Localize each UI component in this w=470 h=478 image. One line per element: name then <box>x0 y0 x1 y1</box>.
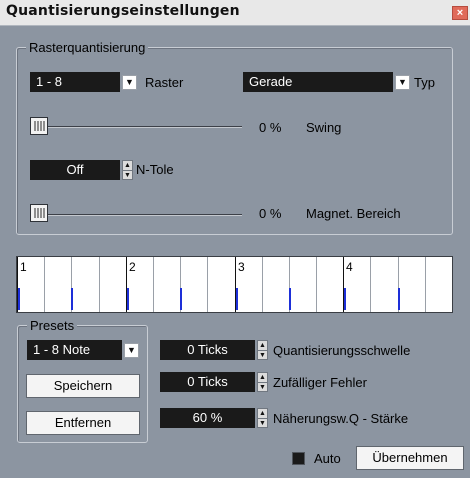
grid-line <box>425 257 426 312</box>
ntole-field[interactable]: Off <box>30 160 120 180</box>
grid-line <box>153 257 154 312</box>
quantize-marker <box>180 288 182 310</box>
grid-line <box>370 257 371 312</box>
random-error-field[interactable]: 0 Ticks <box>160 372 255 392</box>
typ-select[interactable]: Gerade <box>243 72 393 92</box>
quantize-marker <box>127 288 129 310</box>
quantize-marker <box>398 288 400 310</box>
remove-preset-button[interactable]: Entfernen <box>26 411 140 435</box>
grid-line <box>207 257 208 312</box>
strength-label: Näherungsw.Q - Stärke <box>273 411 409 426</box>
chevron-down-icon[interactable]: ▼ <box>395 75 410 90</box>
bar-number: 1 <box>20 260 27 274</box>
quantize-marker <box>344 288 346 310</box>
raster-select[interactable]: 1 - 8 <box>30 72 120 92</box>
raster-label: Raster <box>145 75 184 90</box>
swing-value: 0 % <box>259 120 282 135</box>
bar-number: 4 <box>346 260 353 274</box>
raster-group-legend: Rasterquantisierung <box>26 40 149 55</box>
close-icon[interactable]: × <box>452 6 468 20</box>
ntole-label: N-Tole <box>136 162 174 177</box>
threshold-label: Quantisierungsschwelle <box>273 343 411 358</box>
swing-slider-handle[interactable] <box>30 117 48 135</box>
auto-checkbox[interactable] <box>292 452 305 465</box>
quantize-grid-ruler: 1 2 3 4 <box>16 256 453 313</box>
strength-field[interactable]: 60 % <box>160 408 255 428</box>
quantize-marker <box>236 288 238 310</box>
save-preset-button[interactable]: Speichern <box>26 374 140 398</box>
auto-label: Auto <box>314 451 341 466</box>
spinner-arrows-icon[interactable]: ▲ ▼ <box>257 408 268 428</box>
typ-label: Typ <box>414 75 435 90</box>
swing-slider-track[interactable] <box>30 126 242 128</box>
grip-icon <box>34 208 45 218</box>
chevron-down-icon[interactable]: ▼ <box>124 343 139 358</box>
magnet-label: Magnet. Bereich <box>306 206 401 221</box>
spinner-arrows-icon[interactable]: ▲ ▼ <box>257 372 268 392</box>
magnet-slider-track[interactable] <box>30 214 242 216</box>
chevron-down-icon[interactable]: ▼ <box>122 75 137 90</box>
quantize-marker <box>18 288 20 310</box>
magnet-slider-handle[interactable] <box>30 204 48 222</box>
threshold-field[interactable]: 0 Ticks <box>160 340 255 360</box>
spinner-arrows-icon[interactable]: ▲ ▼ <box>257 340 268 360</box>
grid-line <box>44 257 45 312</box>
grid-line <box>99 257 100 312</box>
grip-icon <box>34 121 45 131</box>
window-title: Quantisierungseinstellungen <box>6 3 240 19</box>
spinner-arrows-icon[interactable]: ▲ ▼ <box>122 160 133 180</box>
swing-label: Swing <box>306 120 342 135</box>
random-error-label: Zufälliger Fehler <box>273 375 367 390</box>
ruler-lines: 1 2 3 4 <box>17 257 452 312</box>
quantize-marker <box>71 288 73 310</box>
quantize-marker <box>289 288 291 310</box>
grid-line <box>316 257 317 312</box>
bar-number: 3 <box>238 260 245 274</box>
presets-legend: Presets <box>27 318 78 333</box>
title-bar: Quantisierungseinstellungen × <box>0 0 470 26</box>
apply-button[interactable]: Übernehmen <box>356 446 464 470</box>
grid-line <box>262 257 263 312</box>
presets-select[interactable]: 1 - 8 Note <box>27 340 122 360</box>
magnet-value: 0 % <box>259 206 282 221</box>
bar-number: 2 <box>129 260 136 274</box>
